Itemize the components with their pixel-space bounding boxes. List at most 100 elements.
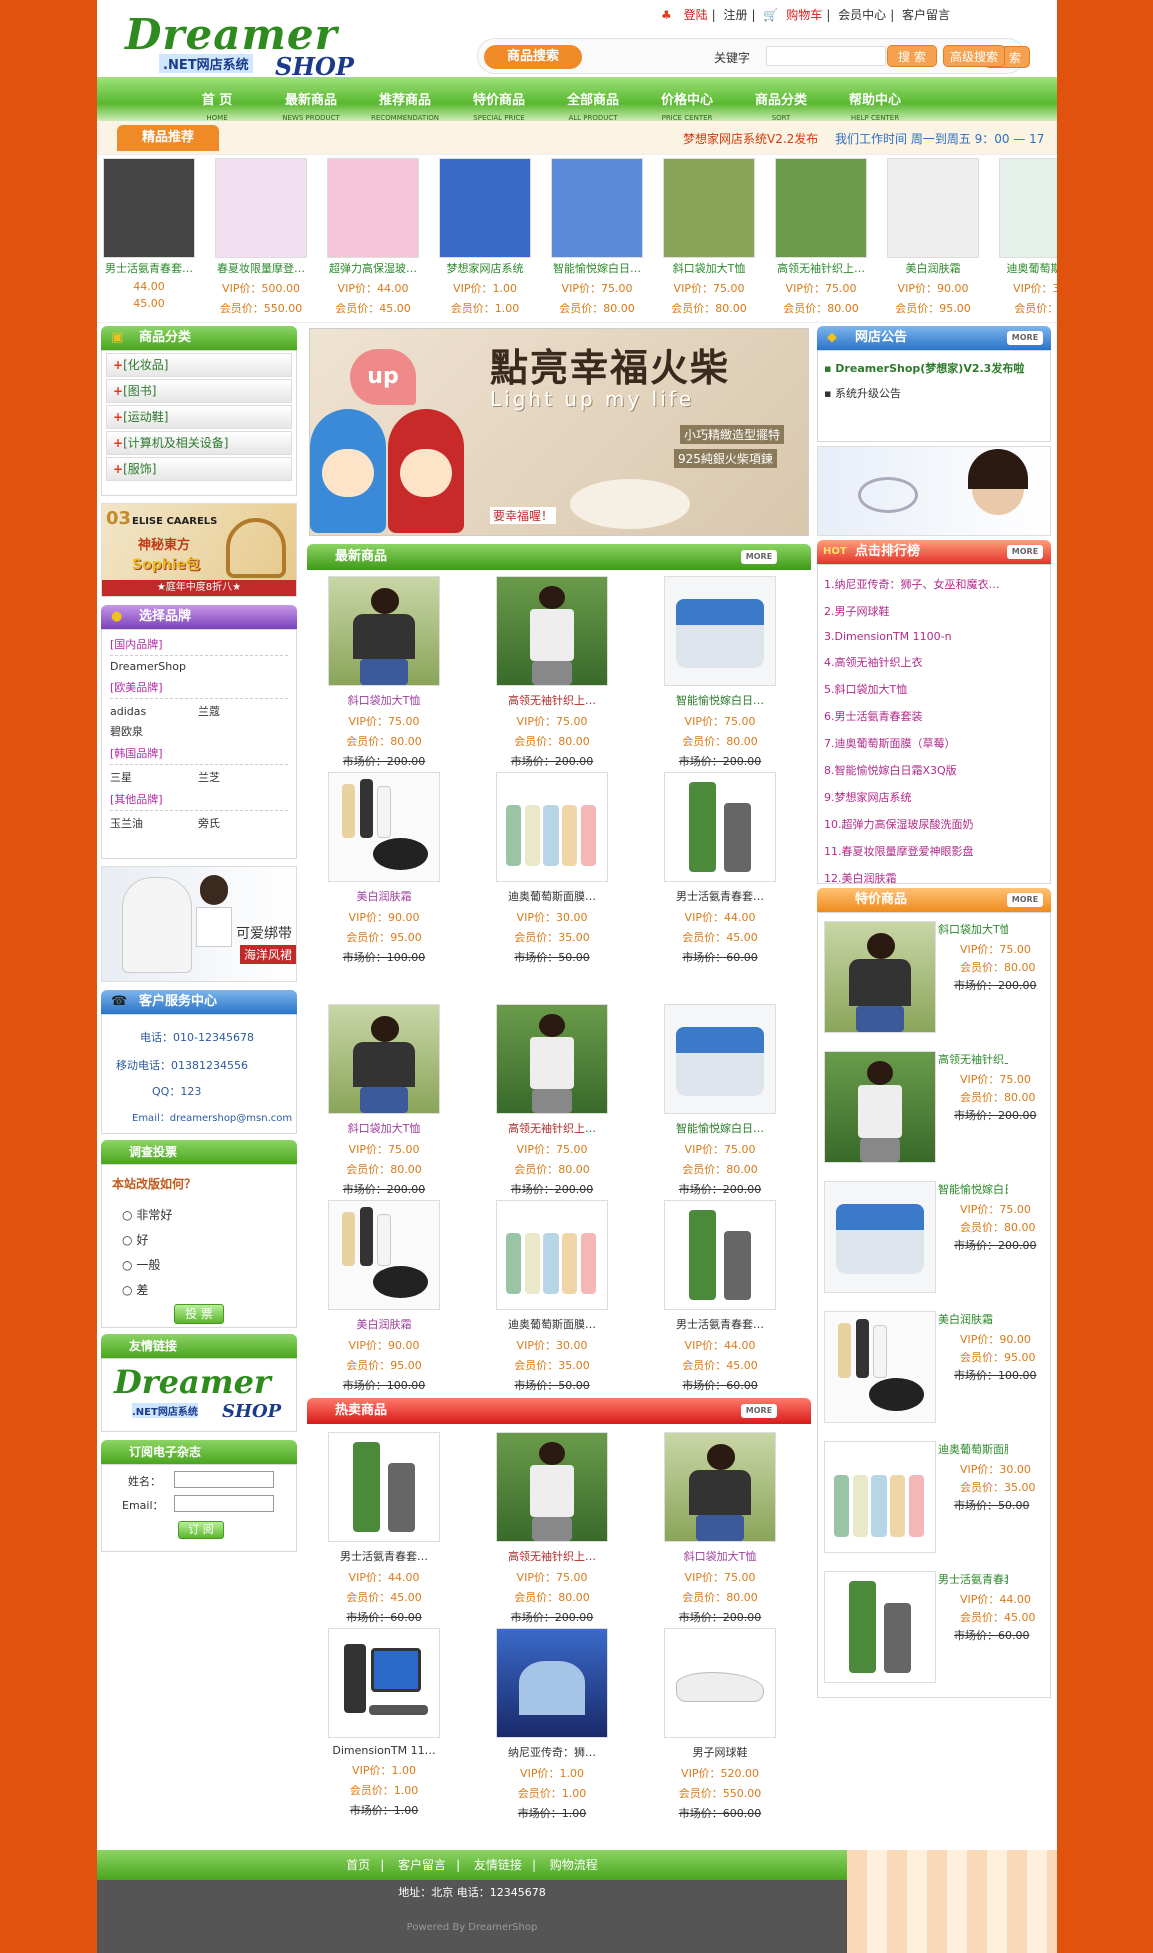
rank-item[interactable]: 4.高领无袖针织上衣 [824, 654, 1050, 670]
email-input[interactable] [174, 1495, 274, 1512]
product-name[interactable]: 斜口袋加大T恤 [653, 260, 765, 276]
brand-group-title[interactable]: [韩国品牌] [110, 745, 288, 765]
site-logo[interactable]: Dreamer .NET网店系统 SHOP [125, 10, 375, 81]
survey-option[interactable]: ○ 非常好 [122, 1206, 296, 1223]
announce-item[interactable]: ▪ 系统升级公告 [824, 385, 1050, 401]
footer-link-process[interactable]: 购物流程 [550, 1858, 598, 1872]
product-name[interactable]: 斜口袋加大T恤 [319, 692, 449, 708]
product-name[interactable]: 美白润肤霜 [877, 260, 989, 276]
brand-group-title[interactable]: [其他品牌] [110, 791, 288, 811]
rank-item[interactable]: 5.斜口袋加大T恤 [824, 681, 1050, 697]
strip-item[interactable]: 梦想家网店系统 VIP价：1.00 会员价：1.00 [429, 158, 541, 316]
product-card[interactable]: 智能愉悦嫁白日… VIP价：75.00 会员价：80.00 市场价：200.00 [655, 1004, 785, 1197]
product-image[interactable] [664, 1200, 776, 1310]
survey-option[interactable]: ○ 差 [122, 1281, 296, 1298]
product-card[interactable]: 男子网球鞋 VIP价：520.00 会员价：550.00 市场价：600.00 [655, 1628, 785, 1821]
product-name[interactable]: 迪奥葡萄斯面膜… [487, 888, 617, 904]
product-name[interactable]: 高领无袖针织上… [487, 692, 617, 708]
product-image[interactable] [215, 158, 307, 258]
search-button-2[interactable]: 搜 索 [887, 45, 937, 67]
keyword-input[interactable] [766, 46, 886, 66]
product-card[interactable]: 斜口袋加大T恤 VIP价：75.00 会员价：80.00 市场价：200.00 [655, 1432, 785, 1625]
product-image[interactable] [439, 158, 531, 258]
member-center-link[interactable]: 会员中心 [838, 8, 886, 22]
brand-link[interactable]: 玉兰油 [110, 815, 198, 831]
product-image[interactable] [327, 158, 419, 258]
strip-item[interactable]: 斜口袋加大T恤 VIP价：75.00 会员价：80.00 [653, 158, 765, 316]
product-name[interactable]: 男士活氨青春套… [319, 1548, 449, 1564]
footer-link-guestbook[interactable]: 客户留言 [398, 1858, 446, 1872]
strip-item[interactable]: 高领无袖针织上… VIP价：75.00 会员价：80.00 [765, 158, 877, 316]
hot-more-button[interactable]: MORE [741, 1404, 777, 1418]
product-name[interactable]: 斜口袋加大T恤 [938, 921, 1008, 937]
nav-special[interactable]: 特价商品 SPECIAL PRICE [451, 77, 547, 122]
bag-ad[interactable]: 03 ELISE CAARELS 神秘東方 Sophie包 ★庭年中度8折八★ [101, 503, 297, 597]
rank-more-button[interactable]: MORE [1007, 545, 1043, 559]
product-card[interactable]: 纳尼亚传奇：狮… VIP价：1.00 会员价：1.00 市场价：1.00 [487, 1628, 617, 1821]
product-image[interactable] [328, 576, 440, 686]
strip-item[interactable]: 美白润肤霜 VIP价：90.00 会员价：95.00 [877, 158, 989, 316]
product-image[interactable] [496, 1004, 608, 1114]
product-card[interactable]: 高领无袖针织上… VIP价：75.00 会员价：80.00 市场价：200.00 [487, 1004, 617, 1197]
product-card[interactable]: 迪奥葡萄斯面膜… VIP价：30.00 会员价：35.00 市场价：50.00 [487, 772, 617, 965]
category-item[interactable]: +[化妆品] [106, 353, 292, 377]
product-image[interactable] [496, 1200, 608, 1310]
announce-more-button[interactable]: MORE [1007, 331, 1043, 345]
product-image[interactable] [328, 1200, 440, 1310]
rank-item[interactable]: 7.迪奥葡萄斯面膜（草莓） [824, 735, 1050, 751]
rank-item[interactable]: 12.美白润肤霜 [824, 870, 1050, 886]
rank-item[interactable]: 3.DimensionTM 1100-n [824, 630, 1050, 643]
product-name[interactable]: 斜口袋加大T恤 [655, 1548, 785, 1564]
nav-sort[interactable]: 商品分类 SORT [733, 77, 829, 122]
product-image[interactable] [496, 1432, 608, 1542]
product-name[interactable]: 男士活氨青春套… [655, 888, 785, 904]
product-name[interactable]: 斜口袋加大T恤 [319, 1120, 449, 1136]
product-card[interactable]: DimensionTM 11… VIP价：1.00 会员价：1.00 市场价：1.00 [319, 1628, 449, 1818]
product-name[interactable]: 梦想家网店系统 [429, 260, 541, 276]
special-item[interactable]: 迪奥葡萄斯面膜… VIP价：30.00 会员价：35.00 市场价：50.00 [824, 1441, 1036, 1561]
product-image[interactable] [824, 1051, 936, 1163]
category-item[interactable]: +[计算机及相关设备] [106, 431, 292, 455]
product-name[interactable]: 春夏妆限量摩登… [205, 260, 317, 276]
special-more-button[interactable]: MORE [1007, 893, 1043, 907]
product-name[interactable]: 智能愉悦嫁白日… [938, 1181, 1008, 1197]
brand-link[interactable]: 旁氏 [198, 815, 286, 831]
brand-group-title[interactable]: [国内品牌] [110, 636, 288, 656]
product-name[interactable]: 男士活氨青春套… [97, 260, 205, 276]
vote-button[interactable]: 投 票 [174, 1304, 224, 1324]
product-name[interactable]: 智能愉悦嫁白日… [655, 692, 785, 708]
product-image[interactable] [664, 1628, 776, 1738]
product-name[interactable]: 男士活氨青春套… [938, 1571, 1008, 1587]
product-name[interactable]: 超弹力高保湿玻… [317, 260, 429, 276]
product-image[interactable] [887, 158, 979, 258]
product-image[interactable] [664, 1432, 776, 1542]
product-name[interactable]: 智能愉悦嫁白日… [541, 260, 653, 276]
product-card[interactable]: 高领无袖针织上… VIP价：75.00 会员价：80.00 市场价：200.00 [487, 576, 617, 769]
rank-item[interactable]: 8.智能愉悦嫁白日霜X3Q版 [824, 762, 1050, 778]
subscribe-button[interactable]: 订 阅 [178, 1521, 224, 1539]
nav-home[interactable]: 首 页 HOME [169, 77, 265, 122]
rank-item[interactable]: 11.春夏妆限量摩登爱神眼影盘 [824, 843, 1050, 859]
category-item[interactable]: +[运动鞋] [106, 405, 292, 429]
rank-item[interactable]: 10.超弹力高保湿玻尿酸洗面奶 [824, 816, 1050, 832]
product-image[interactable] [496, 772, 608, 882]
product-name[interactable]: 高领无袖针织上… [765, 260, 877, 276]
product-name[interactable]: 男士活氨青春套… [655, 1316, 785, 1332]
product-card[interactable]: 斜口袋加大T恤 VIP价：75.00 会员价：80.00 市场价：200.00 [319, 1004, 449, 1197]
special-item[interactable]: 高领无袖针织上… VIP价：75.00 会员价：80.00 市场价：200.00 [824, 1051, 1037, 1171]
product-name[interactable]: 美白润肤霜 [319, 888, 449, 904]
product-name[interactable]: 迪奥葡萄斯面膜… [487, 1316, 617, 1332]
tab-recommend[interactable]: 精品推荐 [117, 125, 219, 151]
product-card[interactable]: 智能愉悦嫁白日… VIP价：75.00 会员价：80.00 市场价：200.00 [655, 576, 785, 769]
product-image[interactable] [664, 1004, 776, 1114]
product-image[interactable] [824, 1311, 936, 1423]
survey-option[interactable]: ○ 好 [122, 1231, 296, 1248]
brand-link[interactable]: 兰芝 [198, 769, 286, 785]
product-image[interactable] [328, 1432, 440, 1542]
rank-item[interactable]: 1.纳尼亚传奇：狮子、女巫和魔衣… [824, 576, 1050, 592]
product-card[interactable]: 美白润肤霜 VIP价：90.00 会员价：95.00 市场价：100.00 [319, 1200, 449, 1393]
product-name[interactable]: 高领无袖针织上… [487, 1548, 617, 1564]
product-image[interactable] [663, 158, 755, 258]
product-name[interactable]: 美白润肤霜 [938, 1311, 1008, 1327]
brand-link[interactable]: adidas [110, 705, 198, 718]
